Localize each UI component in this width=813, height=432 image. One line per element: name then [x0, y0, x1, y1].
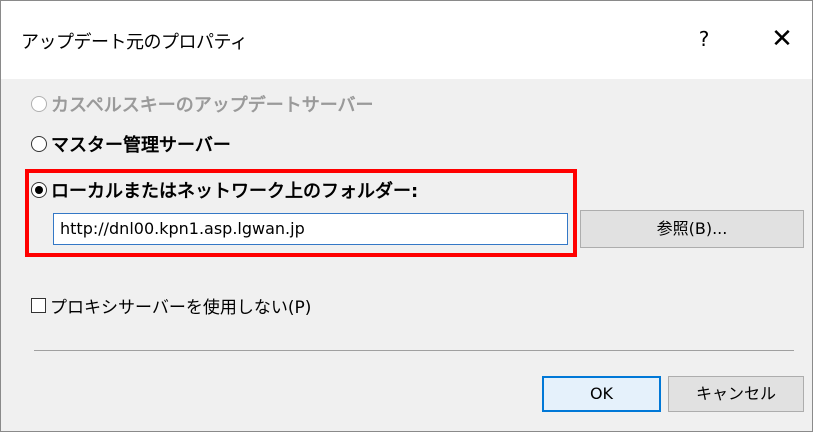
proxy-checkbox-label[interactable]: プロキシサーバーを使用しない(P) [50, 293, 311, 318]
divider [34, 350, 794, 351]
radio-button[interactable] [31, 136, 47, 152]
radio-label: カスペルスキーのアップデートサーバー [51, 95, 374, 116]
radio-button [31, 96, 47, 112]
cancel-button[interactable]: キャンセル [668, 376, 804, 412]
radio-admin-server[interactable]: マスター管理サーバー [31, 131, 231, 157]
ok-button[interactable]: OK [542, 376, 661, 412]
radio-kaspersky-update-server: カスペルスキーのアップデートサーバー [31, 91, 374, 117]
title-bar: アップデート元のプロパティ ? ✕ [1, 1, 812, 79]
highlight-box [25, 169, 577, 257]
proxy-checkbox[interactable] [31, 298, 46, 313]
properties-dialog: アップデート元のプロパティ ? ✕ カスペルスキーのアップデートサーバー マスタ… [0, 0, 813, 432]
browse-button[interactable]: 参照(B)... [580, 210, 804, 248]
radio-label[interactable]: マスター管理サーバー [51, 131, 231, 157]
close-button[interactable]: ✕ [766, 23, 798, 55]
dialog-title: アップデート元のプロパティ [21, 32, 248, 53]
proxy-checkbox-row[interactable]: プロキシサーバーを使用しない(P) [31, 293, 311, 318]
help-button[interactable]: ? [689, 23, 719, 55]
